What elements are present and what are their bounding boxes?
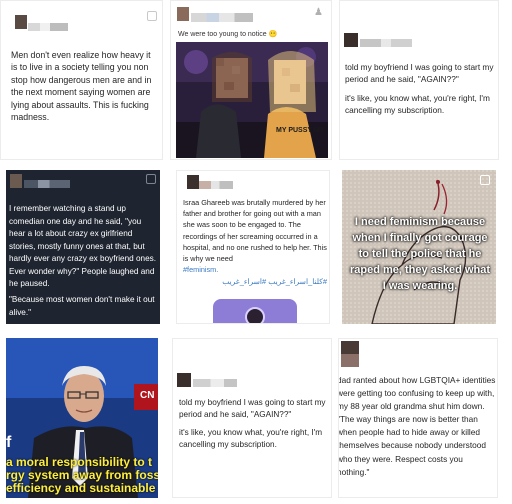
hashtag-feminism[interactable]: #feminism.	[183, 264, 218, 276]
post-text-line1: I remember watching a stand up comedian …	[9, 204, 156, 288]
avatar	[15, 15, 27, 29]
hashtag-arabic[interactable]: #كلنا_اسراء_غريب #اسراء_غريب	[183, 276, 327, 288]
username-pixelated	[193, 379, 237, 387]
username-pixelated	[191, 13, 253, 22]
post-text-line1: told my boyfriend I was going to start m…	[179, 398, 326, 419]
subtitle-line-3: efficiency and sustainable	[6, 481, 156, 495]
circle-icon	[245, 307, 265, 323]
post-caption: We were too young to notice 😶	[178, 31, 278, 38]
overlay-text: I need feminism because when I finally g…	[350, 216, 490, 292]
post-text-line1: told my boyfriend I was going to start m…	[345, 62, 494, 84]
avatar	[344, 33, 358, 47]
post-text: Men don't even realize how heavy it is t…	[11, 50, 152, 123]
avatar	[341, 341, 359, 367]
post-tile-3[interactable]: told my boyfriend I was going to start m…	[339, 0, 499, 160]
post-tile-8[interactable]: told my boyfriend I was going to start m…	[172, 338, 332, 498]
shirt-text: MY PUSSY MY	[276, 127, 325, 134]
post-text-line2: it's like, you know what, you're right, …	[179, 428, 323, 449]
post-tile-1[interactable]: Men don't even realize how heavy it is t…	[0, 0, 163, 160]
bookmark-icon[interactable]	[147, 11, 157, 21]
network-logo-left: f	[6, 434, 12, 451]
avatar	[177, 373, 191, 387]
username-pixelated	[28, 23, 68, 31]
subtitle-line-1: a moral responsibility to t	[6, 455, 153, 469]
follow-user-icon[interactable]: ♟	[314, 7, 323, 18]
username-pixelated	[199, 181, 233, 189]
post-text-line2: "Because most women don't make it out al…	[9, 295, 155, 317]
post-tile-2[interactable]: ♟ We were too young to notice 😶 MY PUSSY…	[170, 0, 332, 160]
post-text: Israa Ghareeb was brutally murdered by h…	[183, 198, 327, 264]
avatar	[187, 175, 199, 189]
gallery-icon[interactable]	[480, 175, 490, 185]
avatar	[177, 7, 189, 21]
purple-image-preview	[213, 299, 297, 323]
username-pixelated	[24, 180, 70, 188]
post-text: dad ranted about how LGBTQIA+ identities…	[338, 375, 496, 477]
post-text-line2: it's like, you know what, you're right, …	[345, 93, 490, 115]
post-tile-5[interactable]: Israa Ghareeb was brutally murdered by h…	[176, 170, 330, 324]
bookmark-icon[interactable]	[146, 174, 156, 184]
network-logo-right: CN	[140, 390, 155, 401]
post-tile-9[interactable]: dad ranted about how LGBTQIA+ identities…	[338, 338, 498, 498]
username-pixelated	[360, 39, 412, 47]
avatar	[10, 174, 22, 188]
subtitle-line-2: rgy system away from foss	[6, 468, 158, 482]
post-tile-6[interactable]: I need feminism because when I finally g…	[342, 170, 496, 324]
post-tile-7[interactable]: f CN a moral responsibility to t rgy sys…	[6, 338, 158, 498]
post-tile-4[interactable]: I remember watching a stand up comedian …	[6, 170, 160, 324]
photo-two-girls: MY PUSSY MY	[176, 42, 328, 158]
